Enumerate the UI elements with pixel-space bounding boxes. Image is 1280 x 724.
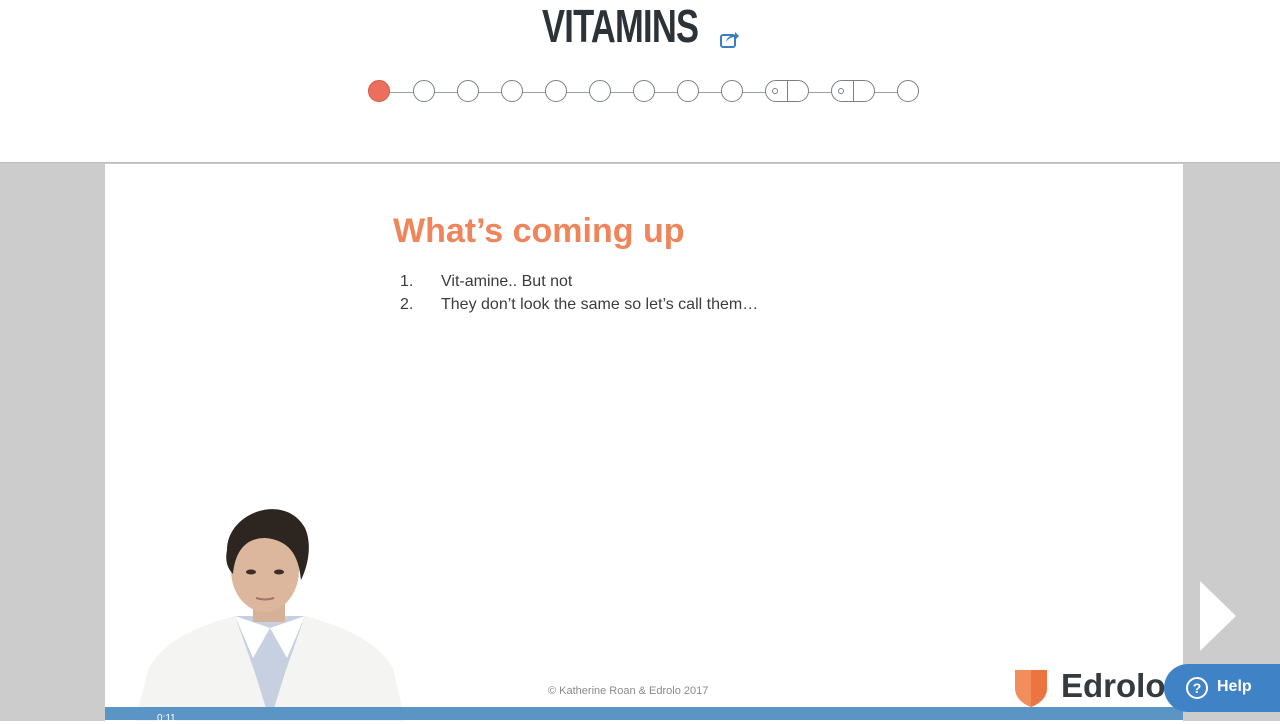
lesson-slide: What’s coming up 1. Vit-amine.. But not 2…: [105, 164, 1183, 721]
brand-name: Edrolo: [1061, 667, 1166, 704]
step-2[interactable]: [413, 80, 435, 102]
quiz-dot-icon: [838, 88, 844, 94]
video-control-bar[interactable]: 0:11: [105, 707, 1183, 724]
step-12[interactable]: [897, 80, 919, 102]
video-stage: What’s coming up 1. Vit-amine.. But not 2…: [0, 162, 1280, 721]
page-header: VITAMINS: [0, 0, 1280, 162]
pill-divider: [787, 81, 788, 101]
step-11-quiz[interactable]: [831, 80, 875, 102]
step-5[interactable]: [545, 80, 567, 102]
next-slide-arrow-icon[interactable]: [1198, 579, 1238, 653]
list-item: 2. They don’t look the same so let’s call…: [400, 293, 758, 316]
presenter-video: [135, 509, 405, 721]
slide-heading: What’s coming up: [393, 212, 685, 250]
step-6[interactable]: [589, 80, 611, 102]
video-time: 0:11: [157, 713, 176, 724]
step-8[interactable]: [677, 80, 699, 102]
share-icon[interactable]: [720, 30, 740, 48]
list-item-text: They don’t look the same so let’s call t…: [441, 296, 759, 313]
quiz-dot-icon: [772, 88, 778, 94]
step-9[interactable]: [721, 80, 743, 102]
step-4[interactable]: [501, 80, 523, 102]
copyright-text: © Katherine Roan & Edrolo 2017: [548, 685, 709, 697]
help-label: Help: [1217, 678, 1252, 695]
page-title: VITAMINS: [542, 0, 699, 52]
step-1[interactable]: [368, 80, 390, 102]
step-7[interactable]: [633, 80, 655, 102]
step-3[interactable]: [457, 80, 479, 102]
help-button[interactable]: ? Help: [1164, 664, 1280, 712]
pill-divider: [853, 81, 854, 101]
list-item-text: Vit-amine.. But not: [441, 273, 573, 290]
step-10-quiz[interactable]: [765, 80, 809, 102]
list-item: 1. Vit-amine.. But not: [400, 270, 758, 293]
lesson-progress-stepper: [368, 80, 920, 104]
slide-list: 1. Vit-amine.. But not 2. They don’t look …: [400, 270, 758, 316]
list-item-number: 1.: [400, 273, 414, 290]
question-icon: ?: [1186, 677, 1208, 699]
list-item-number: 2.: [400, 296, 414, 313]
shield-logo-icon: [1015, 670, 1047, 707]
